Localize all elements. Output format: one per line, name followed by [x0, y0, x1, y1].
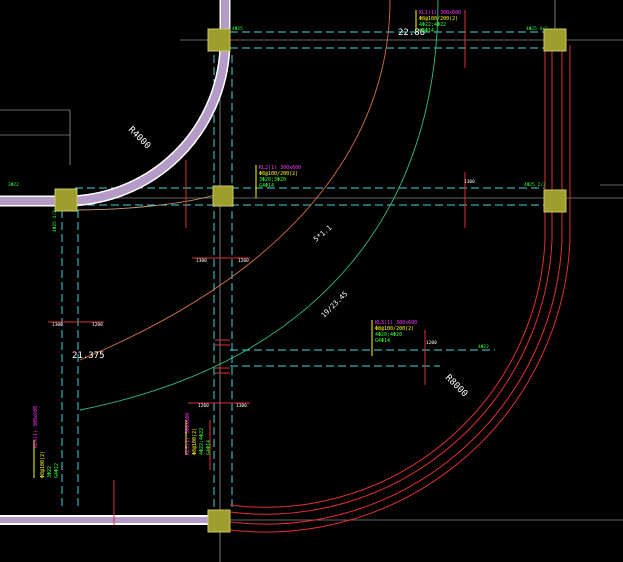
svg-text:4Φ25 4/2: 4Φ25 4/2	[526, 26, 548, 32]
svg-text:Φ8@100(2): Φ8@100(2)	[192, 428, 198, 455]
svg-text:4Φ25: 4Φ25	[232, 26, 243, 32]
elevation-left: 21.375	[72, 351, 105, 361]
svg-text:1200: 1200	[92, 322, 103, 328]
svg-text:KL5(1) 300x600: KL5(1) 300x600	[185, 413, 191, 455]
svg-text:KL4(1) 300x600: KL4(1) 300x600	[33, 406, 39, 448]
column-center	[212, 185, 234, 207]
svg-text:4Φ22: 4Φ22	[478, 344, 489, 350]
cad-drawing-canvas[interactable]: R4000 R8000 22.86 21.375 5*1.1 19/23.45 …	[0, 0, 623, 562]
column-left	[54, 188, 78, 212]
background	[0, 0, 623, 562]
svg-text:1200: 1200	[198, 403, 209, 409]
svg-text:3Φ22: 3Φ22	[8, 182, 19, 188]
svg-text:3Φ22: 3Φ22	[47, 466, 53, 478]
column-top-center	[207, 28, 231, 52]
svg-text:1300: 1300	[464, 179, 475, 185]
svg-text:G4Φ12: G4Φ12	[54, 463, 60, 478]
svg-text:1300: 1300	[52, 322, 63, 328]
svg-text:1300: 1300	[236, 403, 247, 409]
svg-text:1200: 1200	[238, 258, 249, 264]
svg-text:4Φ22;4Φ22: 4Φ22;4Φ22	[199, 428, 205, 455]
svg-text:G4Φ14: G4Φ14	[419, 28, 434, 34]
svg-text:G4Φ14: G4Φ14	[375, 338, 390, 344]
column-bottom	[207, 509, 231, 533]
beam-bottom	[0, 515, 220, 525]
svg-text:G4Φ14: G4Φ14	[259, 183, 274, 189]
svg-text:G4Φ14: G4Φ14	[206, 440, 212, 455]
svg-text:Φ8@100(2): Φ8@100(2)	[40, 451, 46, 478]
column-top-right	[543, 28, 567, 52]
column-right	[543, 189, 567, 213]
svg-text:1300: 1300	[196, 258, 207, 264]
svg-text:1200: 1200	[426, 340, 437, 346]
svg-text:4Φ25 4/2: 4Φ25 4/2	[52, 210, 58, 232]
svg-text:4Φ25 2/2: 4Φ25 2/2	[524, 182, 546, 188]
